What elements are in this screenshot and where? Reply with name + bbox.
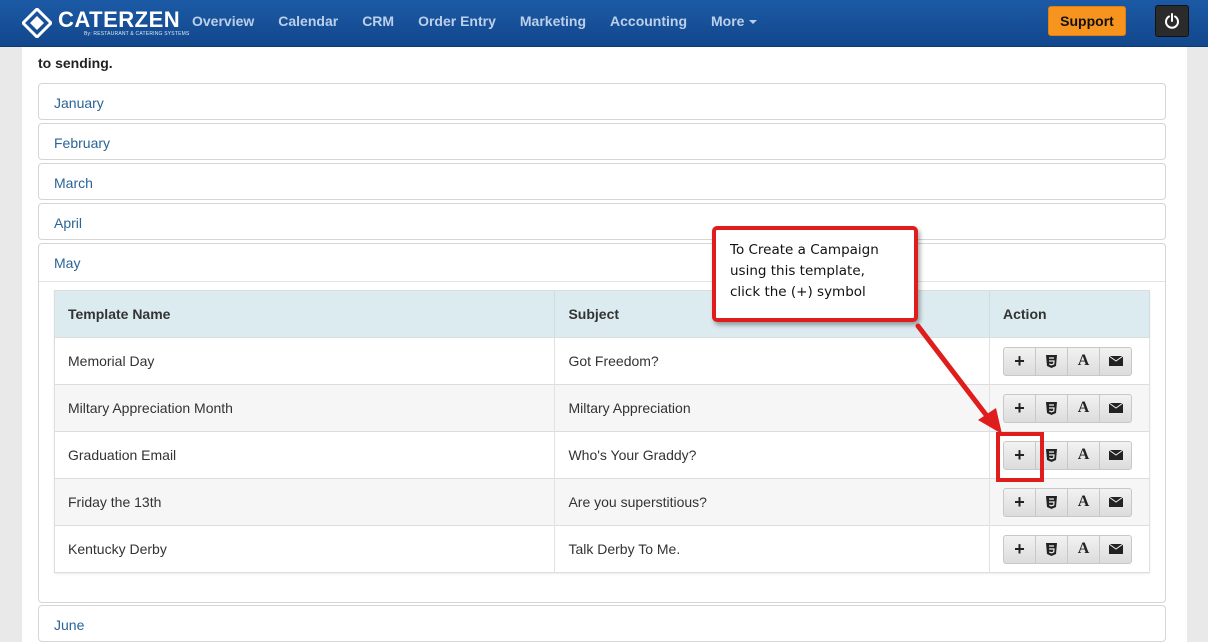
plus-icon: + bbox=[1014, 539, 1025, 559]
table-row: Memorial Day Got Freedom? + A bbox=[54, 337, 1150, 385]
nav-more-label: More bbox=[711, 13, 745, 29]
send-test-email-button[interactable] bbox=[1099, 346, 1132, 376]
font-a-icon: A bbox=[1077, 399, 1090, 416]
nav-crm[interactable]: CRM bbox=[350, 13, 406, 29]
html5-icon bbox=[1046, 401, 1057, 415]
column-header-action: Action bbox=[989, 290, 1150, 338]
action-cell: + A bbox=[989, 337, 1150, 385]
html5-icon bbox=[1046, 542, 1057, 556]
main-nav: Overview Calendar CRM Order Entry Market… bbox=[180, 0, 769, 42]
text-preview-button[interactable]: A bbox=[1067, 534, 1100, 564]
month-panel-february[interactable]: February bbox=[38, 123, 1166, 160]
nav-more[interactable]: More bbox=[699, 13, 769, 29]
top-navbar: CATERZEN By: RESTAURANT & CATERING SYSTE… bbox=[0, 0, 1208, 47]
envelope-icon bbox=[1108, 544, 1123, 554]
subject-cell: Got Freedom? bbox=[554, 337, 990, 385]
table-row: Friday the 13th Are you superstitious? +… bbox=[54, 478, 1150, 526]
text-preview-button[interactable]: A bbox=[1067, 393, 1100, 423]
create-campaign-button[interactable]: + bbox=[1003, 393, 1036, 423]
month-label-march[interactable]: March bbox=[54, 175, 93, 191]
send-test-email-button[interactable] bbox=[1099, 487, 1132, 517]
envelope-icon bbox=[1108, 497, 1123, 507]
subject-cell: Talk Derby To Me. bbox=[554, 525, 990, 573]
table-row: Graduation Email Who's Your Graddy? + A bbox=[54, 431, 1150, 479]
subject-cell: Miltary Appreciation bbox=[554, 384, 990, 432]
month-label-may[interactable]: May bbox=[54, 255, 80, 271]
logout-button[interactable] bbox=[1155, 5, 1189, 37]
html-preview-button[interactable] bbox=[1035, 393, 1068, 423]
plus-icon: + bbox=[1014, 398, 1025, 418]
month-panel-june[interactable]: June bbox=[38, 605, 1166, 642]
action-button-group: + A bbox=[1003, 393, 1132, 423]
month-label-june[interactable]: June bbox=[54, 617, 84, 633]
template-name-cell: Kentucky Derby bbox=[54, 525, 556, 573]
font-a-icon: A bbox=[1077, 446, 1090, 463]
column-header-template-name: Template Name bbox=[54, 290, 556, 338]
caterzen-logo[interactable]: CATERZEN By: RESTAURANT & CATERING SYSTE… bbox=[20, 6, 190, 40]
month-panel-march[interactable]: March bbox=[38, 163, 1166, 200]
nav-calendar[interactable]: Calendar bbox=[266, 13, 350, 29]
html-preview-button[interactable] bbox=[1035, 346, 1068, 376]
font-a-icon: A bbox=[1077, 352, 1090, 369]
template-name-cell: Graduation Email bbox=[54, 431, 556, 479]
envelope-icon bbox=[1108, 403, 1123, 413]
template-name-cell: Memorial Day bbox=[54, 337, 556, 385]
envelope-icon bbox=[1108, 450, 1123, 460]
html5-icon bbox=[1046, 354, 1057, 368]
action-button-group: + A bbox=[1003, 346, 1132, 376]
tutorial-callout: To Create a Campaign using this template… bbox=[712, 226, 918, 322]
text-preview-button[interactable]: A bbox=[1067, 440, 1100, 470]
logo-diamond-icon bbox=[20, 6, 54, 40]
support-button[interactable]: Support bbox=[1048, 6, 1126, 36]
nav-marketing[interactable]: Marketing bbox=[508, 13, 598, 29]
create-campaign-button[interactable]: + bbox=[1003, 534, 1036, 564]
action-cell: + A bbox=[989, 525, 1150, 573]
text-preview-button[interactable]: A bbox=[1067, 487, 1100, 517]
nav-overview[interactable]: Overview bbox=[180, 13, 266, 29]
html-preview-button[interactable] bbox=[1035, 534, 1068, 564]
callout-line-3: click the (+) symbol bbox=[730, 284, 866, 300]
send-test-email-button[interactable] bbox=[1099, 534, 1132, 564]
caret-down-icon bbox=[749, 20, 758, 25]
create-campaign-button[interactable]: + bbox=[1003, 487, 1036, 517]
month-panel-april[interactable]: April bbox=[38, 203, 1166, 240]
send-test-email-button[interactable] bbox=[1099, 440, 1132, 470]
plus-icon: + bbox=[1014, 351, 1025, 371]
table-row: Kentucky Derby Talk Derby To Me. + A bbox=[54, 525, 1150, 573]
subject-cell: Are you superstitious? bbox=[554, 478, 990, 526]
template-name-cell: Friday the 13th bbox=[54, 478, 556, 526]
intro-text: to sending. bbox=[38, 55, 113, 71]
callout-line-1: To Create a Campaign bbox=[730, 242, 879, 258]
font-a-icon: A bbox=[1077, 540, 1090, 557]
action-cell: + A bbox=[989, 478, 1150, 526]
month-panel-january[interactable]: January bbox=[38, 83, 1166, 120]
templates-table: Template Name Subject Action Memorial Da… bbox=[54, 290, 1150, 573]
envelope-icon bbox=[1108, 356, 1123, 366]
nav-accounting[interactable]: Accounting bbox=[598, 13, 699, 29]
callout-line-2: using this template, bbox=[730, 263, 865, 279]
create-campaign-button[interactable]: + bbox=[1003, 346, 1036, 376]
table-row: Miltary Appreciation Month Miltary Appre… bbox=[54, 384, 1150, 432]
power-icon bbox=[1165, 13, 1179, 29]
action-button-group: + A bbox=[1003, 487, 1132, 517]
html5-icon bbox=[1046, 448, 1057, 462]
send-test-email-button[interactable] bbox=[1099, 393, 1132, 423]
subject-cell: Who's Your Graddy? bbox=[554, 431, 990, 479]
html-preview-button[interactable] bbox=[1035, 487, 1068, 517]
action-button-group: + A bbox=[1003, 534, 1132, 564]
panel-divider bbox=[39, 281, 1165, 282]
plus-button-highlight bbox=[996, 432, 1044, 482]
html5-icon bbox=[1046, 495, 1057, 509]
month-label-february[interactable]: February bbox=[54, 135, 110, 151]
month-label-april[interactable]: April bbox=[54, 215, 82, 231]
month-label-january[interactable]: January bbox=[54, 95, 104, 111]
font-a-icon: A bbox=[1077, 493, 1090, 510]
text-preview-button[interactable]: A bbox=[1067, 346, 1100, 376]
logo-subtitle: By: RESTAURANT & CATERING SYSTEMS bbox=[84, 30, 190, 37]
nav-order-entry[interactable]: Order Entry bbox=[406, 13, 508, 29]
action-cell: + A bbox=[989, 384, 1150, 432]
logo-name: CATERZEN bbox=[58, 6, 181, 32]
plus-icon: + bbox=[1014, 492, 1025, 512]
template-name-cell: Miltary Appreciation Month bbox=[54, 384, 556, 432]
